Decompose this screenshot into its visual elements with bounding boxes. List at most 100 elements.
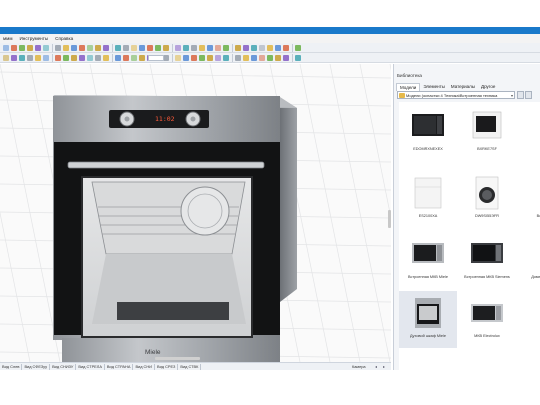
toolbar-button-icon[interactable] [183, 55, 189, 61]
zoom-input[interactable] [148, 55, 164, 61]
toolbar-button-icon[interactable] [147, 45, 153, 51]
toolbar-button-icon[interactable] [183, 45, 189, 51]
toolbar-button-icon[interactable] [283, 45, 289, 51]
library-item[interactable]: МКВ Electrolux [458, 291, 516, 348]
library-item[interactable]: DW9SI55ЭFR [458, 171, 516, 228]
viewport-vertical-scrollbar[interactable] [388, 210, 391, 228]
toolbar-button-icon[interactable] [63, 55, 69, 61]
toolbar-button-icon[interactable] [43, 55, 49, 61]
toolbar-button-icon[interactable] [223, 55, 229, 61]
toolbar-button-icon[interactable] [295, 45, 301, 51]
toolbar-button-icon[interactable] [55, 45, 61, 51]
toolbar-button-icon[interactable] [251, 45, 257, 51]
menu-item-1[interactable]: ммм [3, 36, 12, 41]
library-item[interactable]: Встроенна [517, 171, 540, 228]
toolbar-button-icon[interactable] [71, 55, 77, 61]
library-item[interactable]: EDOMRXNEXEX [399, 104, 457, 161]
toolbar-button-icon[interactable] [3, 55, 9, 61]
toolbar-button-icon[interactable] [79, 45, 85, 51]
toolbar-button-icon[interactable] [175, 45, 181, 51]
toolbar-button-icon[interactable] [123, 55, 129, 61]
toolbar-button-icon[interactable] [131, 55, 137, 61]
view-tab[interactable]: Вид СТВК [178, 363, 202, 370]
toolbar-button-icon[interactable] [199, 55, 205, 61]
toolbar-button-icon[interactable] [215, 45, 221, 51]
toolbar-button-icon[interactable] [95, 45, 101, 51]
toolbar-button-icon[interactable] [283, 55, 289, 61]
toolbar-button-icon[interactable] [11, 55, 17, 61]
camera-label[interactable]: Камера [352, 363, 366, 370]
toolbar-button-icon[interactable] [123, 45, 129, 51]
library-item[interactable]: Доменный шкаф [517, 232, 540, 289]
toolbar-button-icon[interactable] [79, 55, 85, 61]
toolbar-button-icon[interactable] [191, 55, 197, 61]
toolbar-button-icon[interactable] [267, 55, 273, 61]
refresh-button[interactable] [525, 91, 532, 99]
toolbar-button-icon[interactable] [35, 45, 41, 51]
toolbar-button-icon[interactable] [267, 45, 273, 51]
toolbar-button-icon[interactable] [11, 45, 17, 51]
toolbar-button-icon[interactable] [155, 45, 161, 51]
tab-materials[interactable]: Материалы [448, 83, 478, 91]
arrow-left-icon[interactable]: ◂ [375, 363, 377, 370]
toolbar-button-icon[interactable] [103, 45, 109, 51]
toolbar-button-icon[interactable] [19, 45, 25, 51]
tab-models[interactable]: Модели [396, 83, 421, 91]
3d-viewport[interactable]: 11:02 Miele [0, 64, 391, 362]
toolbar-button-icon[interactable] [199, 45, 205, 51]
toolbar-button-icon[interactable] [223, 45, 229, 51]
toolbar-button-icon[interactable] [243, 45, 249, 51]
library-item[interactable]: Духовой шкаф Miele [399, 291, 457, 348]
toolbar-button-icon[interactable] [175, 55, 181, 61]
toolbar-button-icon[interactable] [259, 45, 265, 51]
toolbar-button-icon[interactable] [35, 55, 41, 61]
toolbar-button-icon[interactable] [3, 45, 9, 51]
toolbar-button-icon[interactable] [27, 45, 33, 51]
library-item[interactable]: Встроенная МКВ Miele [399, 232, 457, 289]
view-tab[interactable]: Вид Слев [0, 363, 23, 370]
toolbar-button-icon[interactable] [243, 55, 249, 61]
menu-item-help[interactable]: Справка [55, 36, 73, 41]
view-tab[interactable]: Вид СТРЕЛА [76, 363, 105, 370]
toolbar-button-icon[interactable] [95, 55, 101, 61]
toolbar-button-icon[interactable] [207, 55, 213, 61]
library-item[interactable]: ES2100XA [399, 171, 457, 228]
toolbar-button-icon[interactable] [19, 55, 25, 61]
toolbar-button-icon[interactable] [275, 45, 281, 51]
toolbar-button-icon[interactable] [55, 55, 61, 61]
tab-other[interactable]: Другое [478, 83, 498, 91]
toolbar-button-icon[interactable] [191, 45, 197, 51]
toolbar-button-icon[interactable] [71, 45, 77, 51]
toolbar-button-icon[interactable] [87, 45, 93, 51]
toolbar-button-icon[interactable] [63, 45, 69, 51]
toolbar-button-icon[interactable] [27, 55, 33, 61]
toolbar-button-icon[interactable] [235, 45, 241, 51]
library-item[interactable]: ЕЖ [517, 104, 540, 161]
toolbar-button-icon[interactable] [275, 55, 281, 61]
view-tab[interactable]: Вид СНИЗУ [50, 363, 77, 370]
viewport-horizontal-scrollbar[interactable] [155, 357, 200, 360]
view-tab[interactable]: Вид СНИ [133, 363, 155, 370]
view-tab[interactable]: Вид СТРАНА [105, 363, 134, 370]
toolbar-button-icon[interactable] [215, 55, 221, 61]
arrow-right-icon[interactable]: ▸ [383, 363, 385, 370]
library-item[interactable]: BXRKE7SF [458, 104, 516, 161]
toolbar-button-icon[interactable] [207, 45, 213, 51]
toolbar-button-icon[interactable] [103, 55, 109, 61]
toolbar-button-icon[interactable] [43, 45, 49, 51]
tab-elements[interactable]: Элементы [420, 83, 448, 91]
toolbar-button-icon[interactable] [163, 45, 169, 51]
toolbar-button-icon[interactable] [131, 45, 137, 51]
library-item[interactable]: Встроенная МКВ Siemens [458, 232, 516, 289]
toolbar-button-icon[interactable] [87, 55, 93, 61]
folder-up-button[interactable] [517, 91, 524, 99]
toolbar-button-icon[interactable] [259, 55, 265, 61]
toolbar-button-icon[interactable] [115, 45, 121, 51]
view-tab[interactable]: Вид СРЕЗ [155, 363, 179, 370]
menu-item-tools[interactable]: Инструменты [19, 36, 48, 41]
toolbar-button-icon[interactable] [295, 55, 301, 61]
oven-model[interactable]: 11:02 Miele [53, 95, 297, 362]
toolbar-button-icon[interactable] [115, 55, 121, 61]
toolbar-button-icon[interactable] [139, 55, 145, 61]
toolbar-button-icon[interactable] [139, 45, 145, 51]
